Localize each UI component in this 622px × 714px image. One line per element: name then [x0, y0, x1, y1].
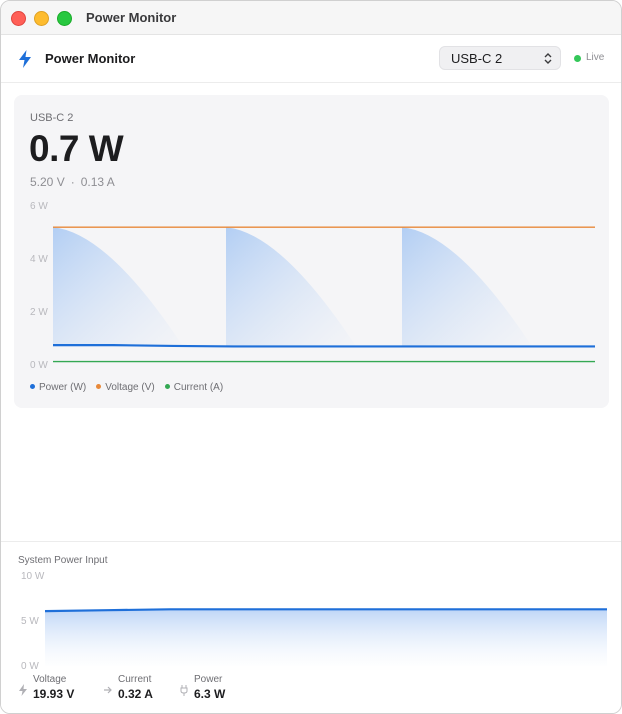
bolt-icon	[19, 684, 27, 696]
y-tick-label: 2 W	[30, 307, 48, 318]
device-power-card: USB-C 2 0.7 W 5.20 V · 0.13 A 6 W 4 W 2 W 0 W…	[14, 95, 609, 408]
legend-swatch	[164, 383, 170, 389]
app-header: Power Monitor USB-C 2 Live	[1, 35, 621, 83]
system-power-title: System Power Input	[18, 555, 108, 566]
legend-swatch	[30, 383, 35, 389]
chevron-up-down-icon	[544, 53, 552, 64]
stat-value: 19.93 V	[33, 687, 75, 701]
zoom-window-button[interactable]	[57, 11, 72, 26]
stat-label: Power	[194, 674, 223, 685]
power-area-fill	[53, 227, 183, 347]
legend-item: Current (A)	[164, 382, 224, 393]
app-window: Power Monitor Power Monitor USB-C 2 Live…	[0, 0, 622, 714]
live-indicator-dot	[574, 55, 581, 62]
device-select[interactable]: USB-C 2	[439, 46, 561, 70]
title-bar: Power Monitor	[1, 1, 621, 35]
card-device-name: USB-C 2	[30, 112, 74, 124]
reading-separator: ·	[70, 175, 75, 189]
legend-swatch	[96, 383, 102, 389]
system-power-area	[45, 609, 607, 666]
stat-label: Voltage	[33, 674, 67, 685]
stat-value: 6.3 W	[194, 687, 226, 701]
y-tick-label: 5 W	[21, 616, 39, 627]
arrow-right-icon	[104, 686, 112, 694]
app-title: Power Monitor	[45, 51, 136, 66]
stat-label: Current	[118, 674, 152, 685]
voltage-current-readings: 5.20 V · 0.13 A	[30, 175, 115, 189]
live-status-label: Live	[586, 52, 605, 63]
close-window-button[interactable]	[11, 11, 26, 26]
legend-label: Current (A)	[173, 382, 224, 393]
legend-label: Voltage (V)	[105, 382, 155, 393]
y-tick-label: 10 W	[21, 571, 45, 582]
y-tick-label: 4 W	[30, 254, 48, 265]
y-tick-label: 0 W	[30, 360, 48, 371]
current-reading: 0.13 A	[80, 175, 115, 189]
power-area-fill	[402, 227, 532, 347]
power-plug-icon	[180, 685, 188, 696]
legend-label: Power (W)	[39, 382, 87, 393]
current-power-value: 0.7 W	[29, 128, 124, 169]
window-title: Power Monitor	[86, 10, 177, 25]
power-area-fill	[226, 227, 356, 347]
legend-item: Voltage (V)	[96, 382, 155, 393]
y-tick-label: 0 W	[21, 661, 39, 672]
chart-legend: Power (W) Voltage (V) Current (A)	[30, 382, 233, 393]
device-select-value: USB-C 2	[451, 51, 503, 66]
stat-value: 0.32 A	[118, 687, 153, 701]
system-power-panel: System Power Input 10 W 5 W 0 W Voltage 19…	[1, 541, 621, 713]
system-power-chart: 10 W 5 W 0 W	[21, 571, 607, 672]
voltage-reading: 5.20 V	[30, 175, 65, 189]
minimize-window-button[interactable]	[34, 11, 49, 26]
y-tick-label: 6 W	[30, 201, 48, 212]
bolt-icon	[19, 50, 31, 68]
device-power-chart: 6 W 4 W 2 W 0 W	[30, 201, 595, 371]
legend-item: Power (W)	[30, 382, 86, 393]
